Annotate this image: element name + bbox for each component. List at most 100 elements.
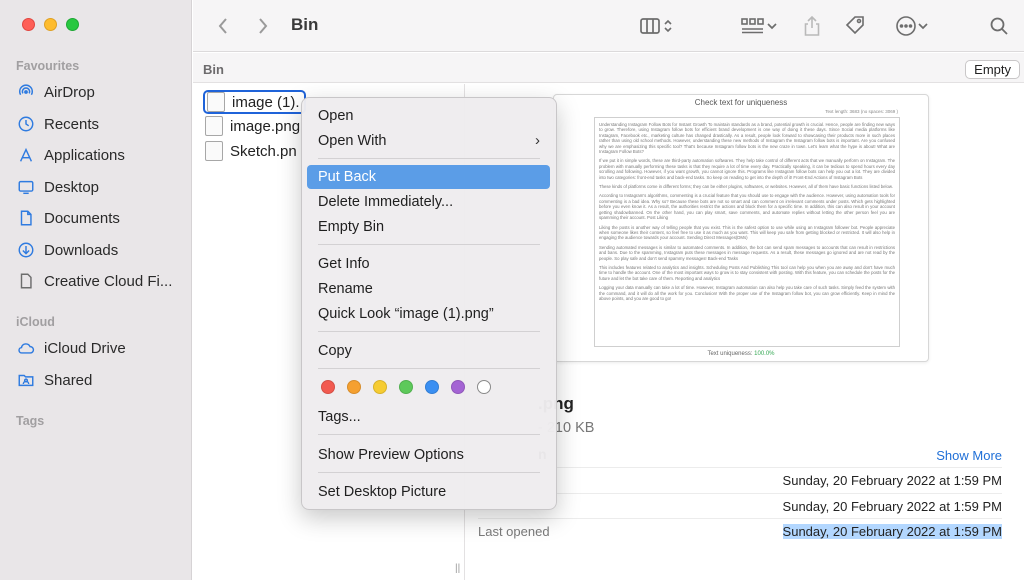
chevron-down-icon (767, 23, 777, 30)
tag-grey-button[interactable] (477, 380, 491, 394)
sidebar-section-icloud: iCloud (16, 315, 55, 329)
menu-item-tags[interactable]: Tags... (307, 405, 550, 429)
download-icon (16, 240, 36, 260)
file-icon (16, 271, 36, 291)
empty-bin-button[interactable]: Empty (965, 60, 1020, 79)
sidebar-item-label: Downloads (44, 241, 119, 259)
applications-icon (16, 145, 36, 165)
forward-button[interactable] (253, 12, 273, 40)
tag-green-button[interactable] (399, 380, 413, 394)
menu-item-label: Open With (318, 133, 387, 149)
sidebar-item-creative-cloud[interactable]: Creative Cloud Fi... (16, 268, 186, 294)
menu-separator (318, 244, 540, 245)
menu-item-label: Empty Bin (318, 219, 385, 235)
menu-item-label: Get Info (318, 256, 370, 272)
search-button[interactable] (987, 12, 1011, 40)
file-item[interactable]: image.png (205, 114, 300, 138)
tag-button[interactable] (843, 12, 869, 40)
tag-yellow-button[interactable] (373, 380, 387, 394)
menu-item-rename[interactable]: Rename (307, 277, 550, 301)
menu-item-put-back[interactable]: Put Back (307, 165, 550, 189)
chevron-right-icon: › (535, 132, 540, 149)
sidebar-item-label: Creative Cloud Fi... (44, 272, 173, 290)
info-row-last-opened: Last opened Sunday, 20 February 2022 at … (478, 518, 1002, 543)
sidebar-item-label: Recents (44, 115, 100, 133)
minimize-window-button[interactable] (44, 18, 57, 31)
chevron-updown-icon (664, 19, 672, 33)
image-file-icon (207, 92, 225, 112)
menu-separator (318, 368, 540, 369)
sidebar-item-downloads[interactable]: Downloads (16, 237, 186, 263)
tag-purple-button[interactable] (451, 380, 465, 394)
image-file-icon (205, 116, 223, 136)
view-mode-button[interactable] (633, 12, 679, 40)
menu-separator (318, 472, 540, 473)
menu-separator (318, 331, 540, 332)
info-value: Sunday, 20 February 2022 at 1:59 PM (782, 523, 1002, 539)
share-icon (804, 15, 820, 36)
menu-item-quick-look[interactable]: Quick Look “image (1).png” (307, 302, 550, 326)
shared-folder-icon (16, 370, 36, 390)
file-item[interactable]: image (1). (203, 90, 306, 114)
clock-icon (16, 114, 36, 134)
uniqueness-label: Text uniqueness: (707, 351, 753, 357)
sidebar-item-label: Shared (44, 371, 93, 389)
menu-item-open-with[interactable]: Open With › (307, 129, 550, 153)
context-menu: Open Open With › Put Back Delete Immediat… (301, 97, 557, 510)
sidebar-section-favourites: Favourites (16, 59, 80, 73)
doc-paragraph: If we put it in simple words, these are … (599, 158, 895, 180)
menu-separator (318, 158, 540, 159)
sidebar-item-icloud-drive[interactable]: iCloud Drive (16, 335, 186, 361)
back-button[interactable] (213, 12, 233, 40)
sketch-file-icon (205, 141, 223, 161)
tag-blue-button[interactable] (425, 380, 439, 394)
sidebar-item-label: Documents (44, 209, 120, 227)
chevron-left-icon (218, 18, 227, 34)
group-by-button[interactable] (735, 12, 783, 40)
path-bar: Bin Empty (193, 53, 1024, 83)
tag-red-button[interactable] (321, 380, 335, 394)
menu-item-show-preview-options[interactable]: Show Preview Options (307, 443, 550, 467)
menu-item-set-desktop-picture[interactable]: Set Desktop Picture (307, 480, 550, 504)
menu-item-label: Put Back (318, 169, 377, 185)
sidebar-item-desktop[interactable]: Desktop (16, 174, 186, 200)
doc-paragraph: Logging your data manually can take a lo… (599, 285, 895, 301)
doc-paragraph: These kinds of platforms come in differe… (599, 184, 893, 190)
file-name: image.png (230, 117, 301, 135)
sidebar-item-airdrop[interactable]: AirDrop (16, 79, 186, 105)
more-actions-button[interactable] (891, 12, 933, 40)
menu-item-label: Delete Immediately... (318, 194, 454, 210)
menu-item-delete-immediately[interactable]: Delete Immediately... (307, 190, 550, 214)
menu-item-get-info[interactable]: Get Info (307, 252, 550, 276)
column-resize-handle[interactable]: || (455, 563, 460, 574)
doc-paragraph: Liking the posts is another way of telli… (599, 224, 895, 241)
grid-icon (741, 18, 764, 34)
file-name: Sketch.pn (230, 142, 297, 160)
menu-item-label: Open (318, 108, 354, 124)
menu-item-open[interactable]: Open (307, 104, 550, 128)
sidebar-item-label: Applications (44, 146, 125, 164)
zoom-window-button[interactable] (66, 18, 79, 31)
sidebar-item-applications[interactable]: Applications (16, 142, 186, 168)
close-window-button[interactable] (22, 18, 35, 31)
show-more-link[interactable]: Show More (936, 448, 1002, 463)
uniqueness-value: 100.0% (754, 351, 775, 357)
doc-meta: Text length: 3683 (no spaces: 3069 ) (825, 109, 898, 114)
menu-item-label: Show Preview Options (318, 447, 464, 463)
tag-orange-button[interactable] (347, 380, 361, 394)
doc-paragraph: Understanding Instagram Follow Bots for … (599, 122, 895, 155)
chevron-right-icon (259, 18, 268, 34)
sidebar-item-label: iCloud Drive (44, 339, 126, 357)
menu-item-copy[interactable]: Copy (307, 339, 550, 363)
menu-item-empty-bin[interactable]: Empty Bin (307, 215, 550, 239)
doc-paragraph: Sending automated messages is similar to… (599, 244, 895, 261)
share-button[interactable] (800, 12, 824, 40)
columns-view-icon (640, 18, 660, 34)
sidebar-item-shared[interactable]: Shared (16, 367, 186, 393)
sidebar-item-recents[interactable]: Recents (16, 111, 186, 137)
doc-paragraph: According to Instagram's algorithms, com… (599, 193, 895, 221)
menu-item-label: Tags... (318, 409, 361, 425)
sidebar-item-documents[interactable]: Documents (16, 205, 186, 231)
search-icon (990, 17, 1008, 35)
file-item[interactable]: Sketch.pn (205, 139, 297, 163)
